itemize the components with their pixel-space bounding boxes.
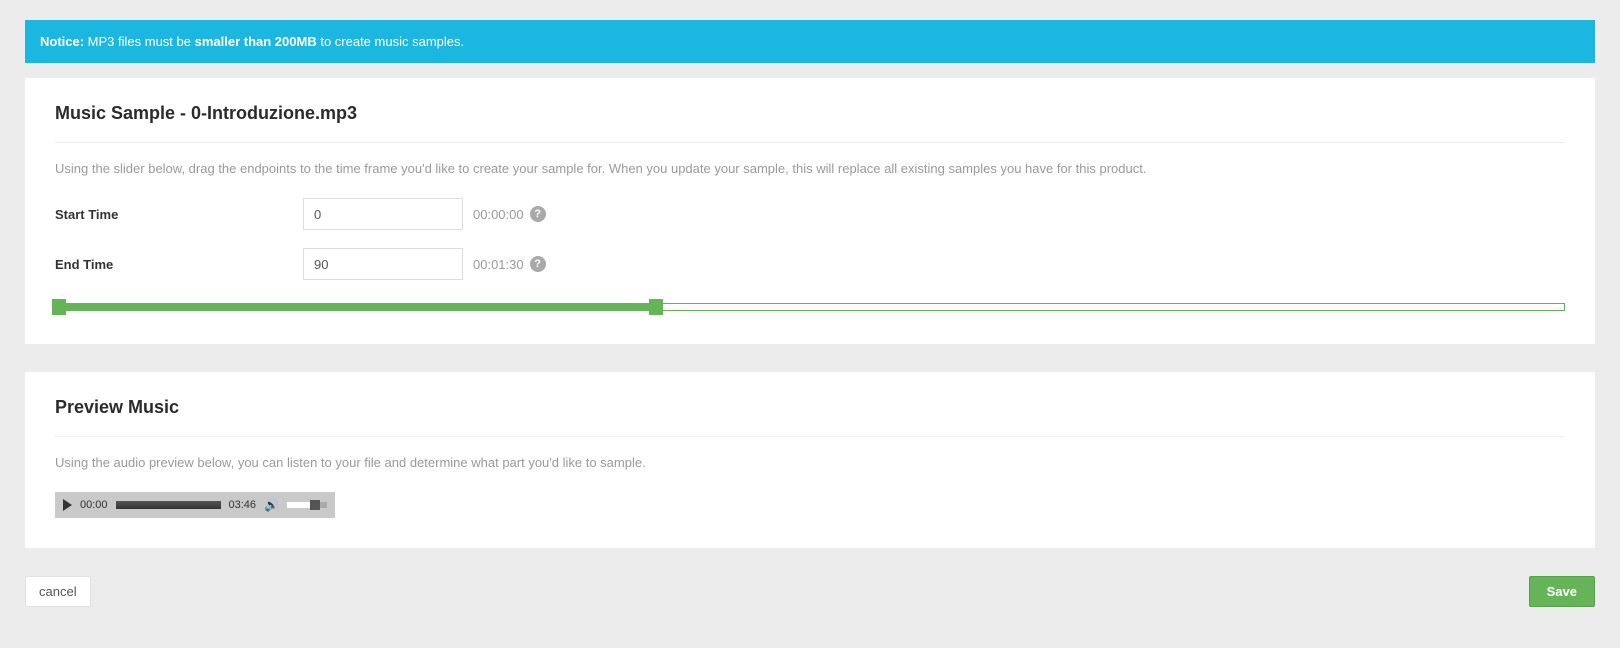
start-time-label: Start Time [55, 207, 303, 222]
help-icon[interactable]: ? [530, 206, 546, 222]
start-time-value: 00:00:00 [473, 207, 524, 222]
help-icon[interactable]: ? [530, 256, 546, 272]
notice-text-after: to create music samples. [317, 34, 464, 49]
slider-handle-start[interactable] [52, 299, 66, 315]
notice-label: Notice: [40, 34, 84, 49]
action-row: cancel Save [25, 576, 1595, 607]
volume-icon[interactable]: 🔊 [264, 498, 279, 512]
range-slider[interactable] [55, 300, 1565, 314]
music-sample-description: Using the slider below, drag the endpoin… [55, 161, 1565, 176]
player-duration: 03:46 [229, 499, 257, 511]
preview-title: Preview Music [55, 397, 1565, 437]
end-time-value: 00:01:30 [473, 257, 524, 272]
end-time-row: End Time 00:01:30 ? [55, 248, 1565, 280]
volume-slider[interactable] [287, 502, 327, 508]
notice-bold: smaller than 200MB [195, 34, 317, 49]
slider-fill [55, 303, 656, 311]
music-sample-title: Music Sample - 0-Introduzione.mp3 [55, 103, 1565, 143]
volume-knob[interactable] [310, 500, 320, 510]
audio-player: 00:00 03:46 🔊 [55, 492, 335, 518]
cancel-button[interactable]: cancel [25, 576, 91, 607]
end-time-display: 00:01:30 ? [473, 256, 546, 272]
notice-banner: Notice: MP3 files must be smaller than 2… [25, 20, 1595, 63]
start-time-input[interactable] [303, 198, 463, 230]
start-time-row: Start Time 00:00:00 ? [55, 198, 1565, 230]
slider-handle-end[interactable] [649, 299, 663, 315]
play-icon[interactable] [63, 499, 72, 511]
end-time-input[interactable] [303, 248, 463, 280]
music-sample-panel: Music Sample - 0-Introduzione.mp3 Using … [25, 78, 1595, 344]
preview-panel: Preview Music Using the audio preview be… [25, 372, 1595, 548]
start-time-display: 00:00:00 ? [473, 206, 546, 222]
end-time-label: End Time [55, 257, 303, 272]
notice-text-before: MP3 files must be [84, 34, 195, 49]
player-progress[interactable] [116, 501, 221, 509]
preview-description: Using the audio preview below, you can l… [55, 455, 1565, 470]
save-button[interactable]: Save [1529, 576, 1595, 607]
player-current-time: 00:00 [80, 499, 108, 511]
